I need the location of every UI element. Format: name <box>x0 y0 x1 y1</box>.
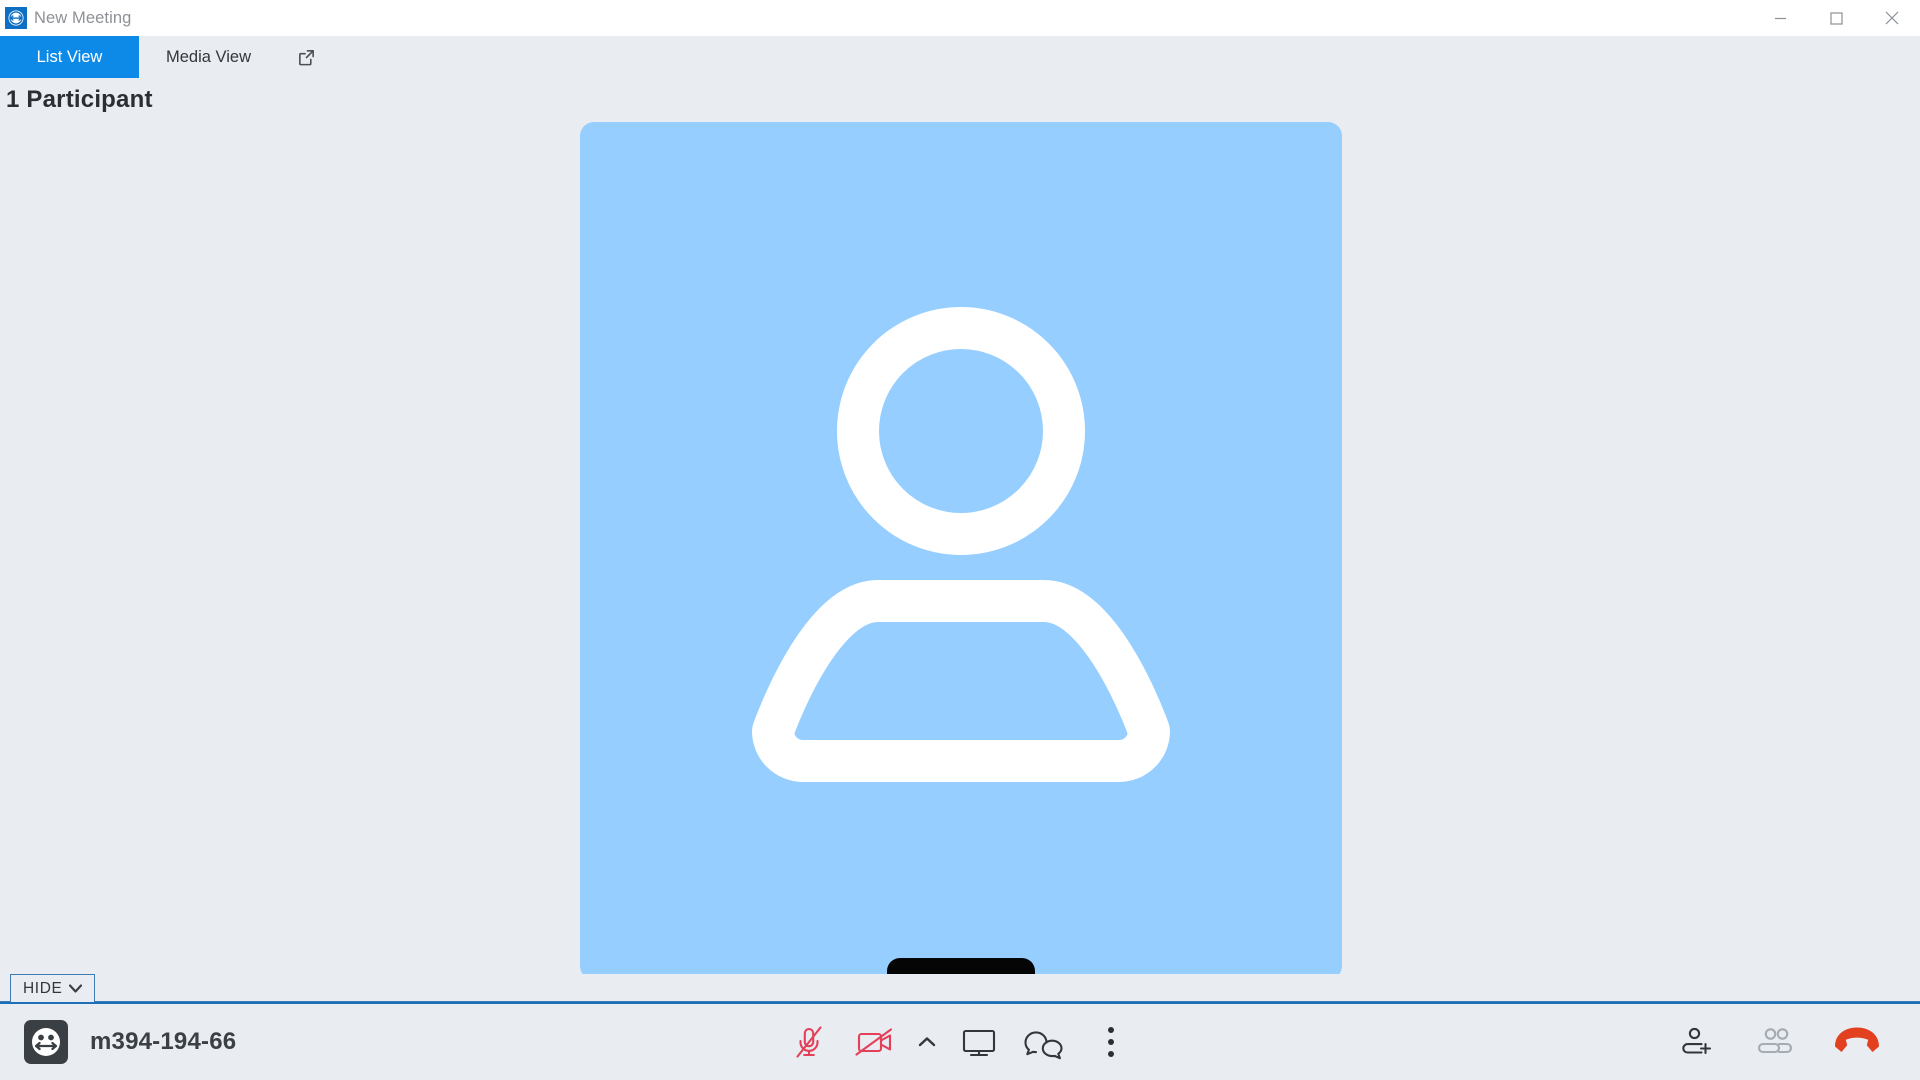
tab-list-view-label: List View <box>36 47 103 66</box>
camera-off-icon <box>855 1028 893 1056</box>
more-options-icon <box>1108 1027 1114 1057</box>
participant-count-label: 1 Participant <box>6 86 153 113</box>
camera-button[interactable] <box>846 1013 904 1071</box>
close-icon <box>1885 11 1899 25</box>
meeting-toolbar: m394-194-66 <box>0 1002 1920 1080</box>
panel-toggle-strip: HIDE <box>0 974 1920 1002</box>
tab-media-view[interactable]: Media View <box>139 36 278 78</box>
hang-up-button[interactable] <box>1828 1013 1886 1071</box>
participant-count: 1 Participant <box>0 78 1920 122</box>
person-avatar-icon <box>752 307 1170 782</box>
media-options-button[interactable] <box>912 1013 942 1071</box>
close-button[interactable] <box>1864 0 1920 36</box>
participants-icon <box>1757 1028 1793 1054</box>
hide-panel-button[interactable]: HIDE <box>10 974 96 1002</box>
add-participant-button[interactable] <box>1668 1013 1726 1071</box>
participants-button[interactable] <box>1748 1013 1806 1071</box>
teamviewer-logo-icon <box>5 7 27 29</box>
toolbar-right-controls <box>1668 1013 1920 1071</box>
meeting-window: New Meeting List View Media View 1 Parti… <box>0 0 1920 1080</box>
view-tabs: List View Media View <box>0 36 1920 78</box>
chevron-up-icon <box>918 1037 936 1047</box>
title-bar: New Meeting <box>0 0 1920 36</box>
window-title: New Meeting <box>34 8 132 27</box>
screen-share-icon <box>962 1029 996 1057</box>
participant-stage <box>0 122 1920 980</box>
meeting-participants-icon <box>24 1020 68 1064</box>
chat-icon <box>1024 1031 1063 1060</box>
tab-list-view[interactable]: List View <box>0 36 139 78</box>
screen-share-button[interactable] <box>950 1013 1008 1071</box>
meeting-id-label: m394-194-66 <box>90 1028 237 1055</box>
microphone-muted-icon <box>796 1026 822 1058</box>
chevron-down-icon <box>69 984 83 993</box>
more-options-button[interactable] <box>1082 1013 1140 1071</box>
toolbar-left: m394-194-66 <box>0 1020 236 1064</box>
tab-media-view-label: Media View <box>166 47 251 66</box>
hide-panel-label: HIDE <box>23 979 63 997</box>
external-link-icon <box>298 49 314 65</box>
meeting-face-icon <box>32 1028 60 1056</box>
hang-up-icon <box>1835 1027 1879 1052</box>
minimize-button[interactable] <box>1752 0 1808 36</box>
window-controls <box>1752 0 1920 36</box>
add-participant-icon <box>1682 1027 1712 1055</box>
microphone-button[interactable] <box>780 1013 838 1071</box>
toolbar-center-controls <box>780 1013 1140 1071</box>
popout-button[interactable] <box>278 36 334 78</box>
chat-button[interactable] <box>1016 1013 1074 1071</box>
minimize-icon <box>1774 17 1786 19</box>
maximize-button[interactable] <box>1808 0 1864 36</box>
participant-tile[interactable] <box>580 122 1342 980</box>
maximize-icon <box>1829 11 1843 25</box>
